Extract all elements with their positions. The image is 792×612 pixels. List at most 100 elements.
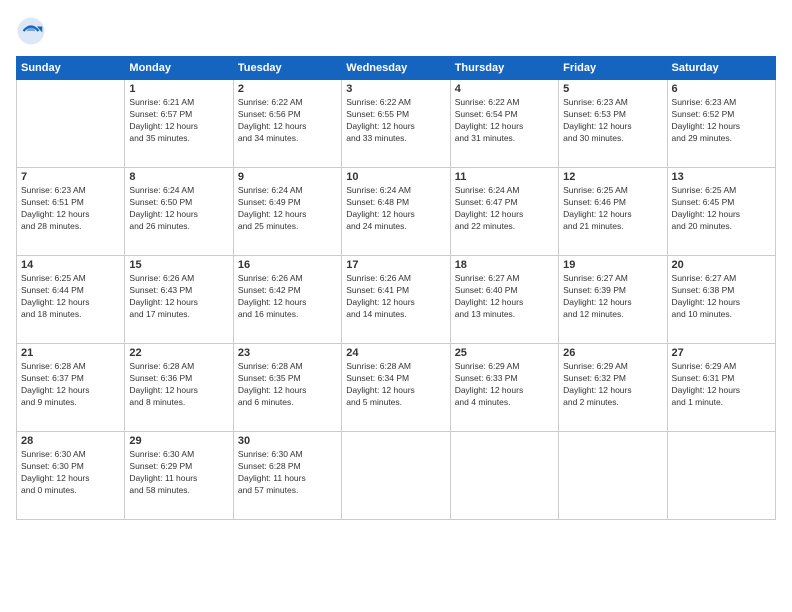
day-cell: 9 Sunrise: 6:24 AM Sunset: 6:49 PM Daylig… (233, 168, 341, 256)
day-number: 6 (672, 83, 771, 95)
header-day-sunday: Sunday (17, 57, 125, 80)
day-number: 16 (238, 259, 337, 271)
day-info: Sunrise: 6:22 AM Sunset: 6:56 PM Dayligh… (238, 97, 337, 145)
header-day-tuesday: Tuesday (233, 57, 341, 80)
day-number: 30 (238, 435, 337, 447)
day-cell: 4 Sunrise: 6:22 AM Sunset: 6:54 PM Daylig… (450, 80, 558, 168)
day-number: 29 (129, 435, 228, 447)
day-info: Sunrise: 6:26 AM Sunset: 6:43 PM Dayligh… (129, 273, 228, 321)
day-info: Sunrise: 6:26 AM Sunset: 6:42 PM Dayligh… (238, 273, 337, 321)
day-info: Sunrise: 6:30 AM Sunset: 6:28 PM Dayligh… (238, 449, 337, 497)
header (16, 16, 776, 46)
day-number: 12 (563, 171, 662, 183)
day-number: 26 (563, 347, 662, 359)
day-cell: 24Sunrise: 6:28 AM Sunset: 6:34 PM Dayli… (342, 344, 450, 432)
header-day-friday: Friday (559, 57, 667, 80)
day-info: Sunrise: 6:23 AM Sunset: 6:51 PM Dayligh… (21, 185, 120, 233)
day-cell: 30 Sunrise: 6:30 AM Sunset: 6:28 PM Dayli… (233, 432, 341, 520)
header-row: SundayMondayTuesdayWednesdayThursdayFrid… (17, 57, 776, 80)
day-cell: 22 Sunrise: 6:28 AM Sunset: 6:36 PM Dayli… (125, 344, 233, 432)
day-info: Sunrise: 6:23 AM Sunset: 6:52 PM Dayligh… (672, 97, 771, 145)
day-info: Sunrise: 6:28 AM Sunset: 6:35 PM Dayligh… (238, 361, 337, 409)
calendar-table: SundayMondayTuesdayWednesdayThursdayFrid… (16, 56, 776, 520)
logo (16, 16, 50, 46)
day-number: 13 (672, 171, 771, 183)
day-number: 15 (129, 259, 228, 271)
day-info: Sunrise: 6:24 AM Sunset: 6:48 PM Dayligh… (346, 185, 445, 233)
week-row-3: 14 Sunrise: 6:25 AM Sunset: 6:44 PM Dayli… (17, 256, 776, 344)
day-number: 24 (346, 347, 445, 359)
week-row-5: 28 Sunrise: 6:30 AM Sunset: 6:30 PM Dayli… (17, 432, 776, 520)
day-cell: 13 Sunrise: 6:25 AM Sunset: 6:45 PM Dayli… (667, 168, 775, 256)
week-row-2: 7 Sunrise: 6:23 AM Sunset: 6:51 PM Daylig… (17, 168, 776, 256)
day-info: Sunrise: 6:29 AM Sunset: 6:31 PM Dayligh… (672, 361, 771, 409)
day-info: Sunrise: 6:30 AM Sunset: 6:30 PM Dayligh… (21, 449, 120, 497)
day-info: Sunrise: 6:24 AM Sunset: 6:49 PM Dayligh… (238, 185, 337, 233)
day-cell: 8Sunrise: 6:24 AM Sunset: 6:50 PM Daylig… (125, 168, 233, 256)
day-info: Sunrise: 6:27 AM Sunset: 6:39 PM Dayligh… (563, 273, 662, 321)
day-cell: 17 Sunrise: 6:26 AM Sunset: 6:41 PM Dayli… (342, 256, 450, 344)
day-cell: 15 Sunrise: 6:26 AM Sunset: 6:43 PM Dayli… (125, 256, 233, 344)
day-number: 7 (21, 171, 120, 183)
day-cell (17, 80, 125, 168)
day-number: 10 (346, 171, 445, 183)
week-row-1: 1 Sunrise: 6:21 AM Sunset: 6:57 PM Daylig… (17, 80, 776, 168)
day-info: Sunrise: 6:28 AM Sunset: 6:37 PM Dayligh… (21, 361, 120, 409)
week-row-4: 21 Sunrise: 6:28 AM Sunset: 6:37 PM Dayli… (17, 344, 776, 432)
header-day-monday: Monday (125, 57, 233, 80)
day-info: Sunrise: 6:29 AM Sunset: 6:33 PM Dayligh… (455, 361, 554, 409)
day-cell: 16 Sunrise: 6:26 AM Sunset: 6:42 PM Dayli… (233, 256, 341, 344)
logo-icon (16, 16, 46, 46)
page: SundayMondayTuesdayWednesdayThursdayFrid… (0, 0, 792, 612)
day-cell: 10 Sunrise: 6:24 AM Sunset: 6:48 PM Dayli… (342, 168, 450, 256)
day-cell: 7 Sunrise: 6:23 AM Sunset: 6:51 PM Daylig… (17, 168, 125, 256)
day-cell: 20Sunrise: 6:27 AM Sunset: 6:38 PM Dayli… (667, 256, 775, 344)
day-info: Sunrise: 6:25 AM Sunset: 6:44 PM Dayligh… (21, 273, 120, 321)
day-cell: 5 Sunrise: 6:23 AM Sunset: 6:53 PM Daylig… (559, 80, 667, 168)
day-cell: 2Sunrise: 6:22 AM Sunset: 6:56 PM Daylig… (233, 80, 341, 168)
day-cell: 21 Sunrise: 6:28 AM Sunset: 6:37 PM Dayli… (17, 344, 125, 432)
day-info: Sunrise: 6:24 AM Sunset: 6:50 PM Dayligh… (129, 185, 228, 233)
day-number: 18 (455, 259, 554, 271)
day-info: Sunrise: 6:26 AM Sunset: 6:41 PM Dayligh… (346, 273, 445, 321)
day-number: 5 (563, 83, 662, 95)
day-number: 20 (672, 259, 771, 271)
header-day-thursday: Thursday (450, 57, 558, 80)
day-info: Sunrise: 6:22 AM Sunset: 6:54 PM Dayligh… (455, 97, 554, 145)
day-cell: 14 Sunrise: 6:25 AM Sunset: 6:44 PM Dayli… (17, 256, 125, 344)
day-info: Sunrise: 6:27 AM Sunset: 6:40 PM Dayligh… (455, 273, 554, 321)
day-cell: 12 Sunrise: 6:25 AM Sunset: 6:46 PM Dayli… (559, 168, 667, 256)
day-cell: 28 Sunrise: 6:30 AM Sunset: 6:30 PM Dayli… (17, 432, 125, 520)
day-number: 4 (455, 83, 554, 95)
day-number: 3 (346, 83, 445, 95)
day-info: Sunrise: 6:30 AM Sunset: 6:29 PM Dayligh… (129, 449, 228, 497)
day-number: 17 (346, 259, 445, 271)
day-number: 9 (238, 171, 337, 183)
header-day-wednesday: Wednesday (342, 57, 450, 80)
day-info: Sunrise: 6:25 AM Sunset: 6:46 PM Dayligh… (563, 185, 662, 233)
day-cell: 23 Sunrise: 6:28 AM Sunset: 6:35 PM Dayli… (233, 344, 341, 432)
day-number: 14 (21, 259, 120, 271)
day-info: Sunrise: 6:22 AM Sunset: 6:55 PM Dayligh… (346, 97, 445, 145)
day-cell: 26 Sunrise: 6:29 AM Sunset: 6:32 PM Dayli… (559, 344, 667, 432)
day-cell: 6 Sunrise: 6:23 AM Sunset: 6:52 PM Daylig… (667, 80, 775, 168)
day-number: 27 (672, 347, 771, 359)
day-cell (559, 432, 667, 520)
day-number: 1 (129, 83, 228, 95)
day-info: Sunrise: 6:21 AM Sunset: 6:57 PM Dayligh… (129, 97, 228, 145)
header-day-saturday: Saturday (667, 57, 775, 80)
day-number: 28 (21, 435, 120, 447)
day-number: 21 (21, 347, 120, 359)
day-number: 23 (238, 347, 337, 359)
day-info: Sunrise: 6:23 AM Sunset: 6:53 PM Dayligh… (563, 97, 662, 145)
day-info: Sunrise: 6:28 AM Sunset: 6:36 PM Dayligh… (129, 361, 228, 409)
day-info: Sunrise: 6:25 AM Sunset: 6:45 PM Dayligh… (672, 185, 771, 233)
day-cell: 11Sunrise: 6:24 AM Sunset: 6:47 PM Dayli… (450, 168, 558, 256)
day-info: Sunrise: 6:24 AM Sunset: 6:47 PM Dayligh… (455, 185, 554, 233)
day-info: Sunrise: 6:29 AM Sunset: 6:32 PM Dayligh… (563, 361, 662, 409)
day-number: 25 (455, 347, 554, 359)
day-cell: 29 Sunrise: 6:30 AM Sunset: 6:29 PM Dayli… (125, 432, 233, 520)
day-cell (667, 432, 775, 520)
day-cell: 25 Sunrise: 6:29 AM Sunset: 6:33 PM Dayli… (450, 344, 558, 432)
day-number: 22 (129, 347, 228, 359)
